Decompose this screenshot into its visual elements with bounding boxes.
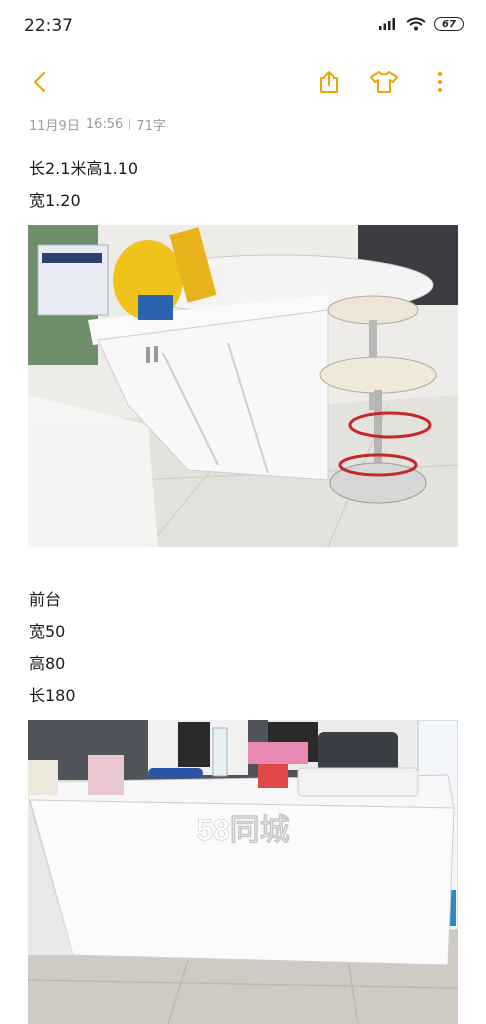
theme-button[interactable]	[368, 66, 400, 98]
chevron-left-icon	[33, 71, 46, 93]
note-date: 11月9日	[29, 119, 80, 134]
status-icons: 67	[378, 17, 464, 31]
note-time: 16:56	[85, 117, 124, 132]
note-line[interactable]: 高80	[29, 650, 65, 674]
note-toolbar	[0, 62, 486, 102]
meta-divider	[129, 119, 131, 130]
watermark-58: 58同城	[196, 814, 289, 847]
note-line[interactable]: 宽50	[29, 618, 65, 642]
desk-photo-image: 58同城	[28, 720, 458, 1024]
note-line[interactable]: 宽1.20	[29, 187, 81, 211]
more-button[interactable]	[424, 66, 456, 98]
note-line[interactable]: 长180	[29, 682, 76, 706]
tshirt-icon	[370, 71, 398, 93]
note-line[interactable]: 长2.1米高1.10	[29, 155, 138, 179]
signal-icon	[379, 18, 395, 30]
note-char-count: 71字	[136, 119, 166, 134]
share-icon	[320, 71, 338, 93]
note-photo-desk[interactable]: 58同城	[28, 720, 458, 1024]
share-button[interactable]	[313, 66, 345, 98]
status-time: 22:37	[24, 16, 73, 36]
wifi-icon	[406, 17, 426, 31]
status-bar: 22:37 67	[0, 0, 486, 56]
back-button[interactable]	[24, 66, 56, 98]
counter-photo-image	[28, 225, 458, 547]
note-photo-counter[interactable]	[28, 225, 458, 547]
more-vertical-icon	[438, 72, 442, 92]
battery-indicator: 67	[434, 17, 464, 31]
note-line[interactable]: 前台	[29, 586, 61, 610]
note-meta: 11月9日 16:56 71字	[29, 115, 166, 134]
